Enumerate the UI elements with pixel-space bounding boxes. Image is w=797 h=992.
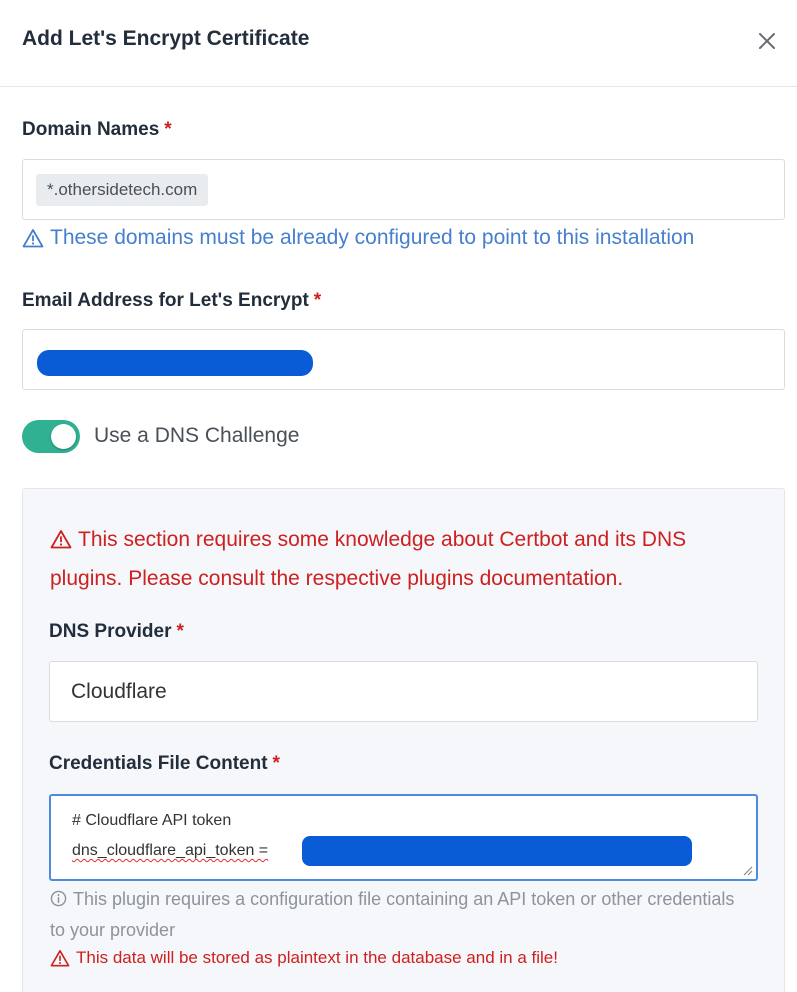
plaintext-warning-text: This data will be stored as plaintext in… bbox=[76, 948, 558, 967]
dns-challenge-label: Use a DNS Challenge bbox=[94, 424, 300, 447]
required-mark: * bbox=[176, 621, 184, 642]
info-circle-icon bbox=[50, 890, 67, 907]
redacted-email bbox=[37, 350, 313, 376]
redacted-api-token bbox=[302, 836, 692, 866]
certbot-warning-text: This section requires some knowledge abo… bbox=[50, 528, 687, 590]
credentials-textarea[interactable]: # Cloudflare API token dns_cloudflare_ap… bbox=[49, 794, 758, 881]
plaintext-warning: This data will be stored as plaintext in… bbox=[50, 948, 558, 968]
domain-hint-text: These domains must be already configured… bbox=[50, 226, 695, 249]
dns-challenge-panel: This section requires some knowledge abo… bbox=[22, 488, 785, 992]
credentials-info-text: This plugin requires a configuration fil… bbox=[50, 889, 735, 940]
domain-names-label: Domain Names * bbox=[22, 119, 172, 140]
required-mark: * bbox=[272, 753, 280, 774]
credentials-line-token: dns_cloudflare_api_token = bbox=[72, 842, 269, 859]
dns-provider-value: Cloudflare bbox=[71, 680, 167, 703]
add-certificate-modal: Add Let's Encrypt Certificate Domain Nam… bbox=[0, 0, 797, 992]
domain-tag[interactable]: *.othersidetech.com bbox=[36, 174, 209, 206]
warning-triangle-icon bbox=[50, 530, 72, 549]
email-label: Email Address for Let's Encrypt * bbox=[22, 290, 322, 311]
toggle-knob bbox=[51, 424, 76, 449]
modal-header: Add Let's Encrypt Certificate bbox=[0, 0, 797, 87]
modal-title: Add Let's Encrypt Certificate bbox=[22, 27, 310, 50]
email-input[interactable] bbox=[22, 329, 785, 390]
certbot-warning: This section requires some knowledge abo… bbox=[50, 520, 760, 598]
required-mark: * bbox=[313, 290, 322, 311]
close-button[interactable] bbox=[750, 24, 784, 58]
credentials-line-comment: # Cloudflare API token bbox=[72, 812, 232, 829]
required-mark: * bbox=[164, 119, 172, 140]
close-icon bbox=[759, 33, 775, 49]
credentials-info: This plugin requires a configuration fil… bbox=[50, 884, 750, 946]
resize-grip-icon[interactable] bbox=[741, 864, 753, 876]
warning-triangle-icon bbox=[22, 229, 44, 248]
dns-provider-select[interactable]: Cloudflare bbox=[49, 661, 758, 722]
warning-triangle-icon bbox=[50, 949, 70, 967]
dns-provider-label: DNS Provider * bbox=[49, 621, 184, 642]
domain-names-input[interactable]: *.othersidetech.com bbox=[22, 159, 785, 220]
domain-hint: These domains must be already configured… bbox=[22, 226, 694, 250]
dns-challenge-toggle[interactable] bbox=[22, 420, 80, 453]
credentials-label: Credentials File Content * bbox=[49, 753, 280, 774]
